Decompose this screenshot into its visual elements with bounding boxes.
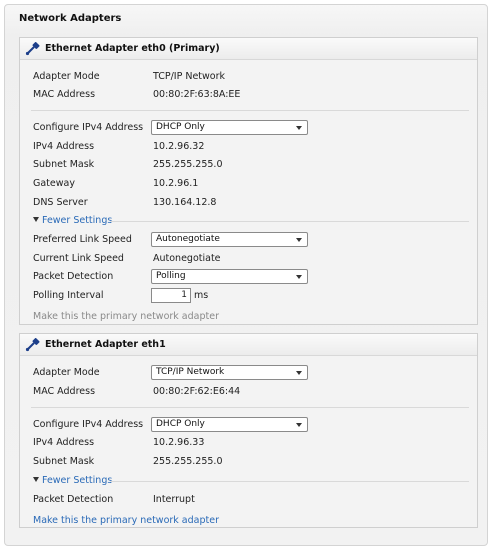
subnet-mask-label: Subnet Mask	[33, 456, 95, 467]
packet-detection-label: Packet Detection	[33, 494, 114, 505]
adapter-mode-label: Adapter Mode	[33, 367, 100, 378]
polling-interval-unit: ms	[194, 290, 209, 301]
current-link-speed-label: Current Link Speed	[33, 253, 124, 264]
configure-ipv4-label: Configure IPv4 Address	[33, 122, 144, 133]
subnet-mask-label: Subnet Mask	[33, 159, 95, 170]
packet-detection-label: Packet Detection	[33, 271, 114, 282]
eth1-title: Ethernet Adapter eth1	[45, 339, 166, 350]
adapter-mode-select[interactable]: TCP/IP Network	[151, 365, 308, 380]
adapter-mode-selected: TCP/IP Network	[156, 367, 225, 377]
gateway-label: Gateway	[33, 178, 75, 189]
ipv4-address-value: 10.2.96.33	[153, 437, 205, 448]
configure-ipv4-selected: DHCP Only	[156, 122, 205, 132]
adapter-mode-label: Adapter Mode	[33, 71, 100, 82]
packet-detection-value: Interrupt	[153, 494, 195, 505]
make-primary-link[interactable]: Make this the primary network adapter	[33, 515, 219, 526]
divider	[31, 110, 469, 111]
preferred-link-speed-select[interactable]: Autonegotiate	[151, 232, 308, 247]
network-adapter-icon	[25, 42, 40, 56]
eth0-title: Ethernet Adapter eth0 (Primary)	[45, 43, 220, 54]
page-title: Network Adapters	[19, 13, 122, 24]
ipv4-address-label: IPv4 Address	[33, 437, 95, 448]
dropdown-arrow-icon	[296, 126, 302, 130]
preferred-link-speed-label: Preferred Link Speed	[33, 234, 132, 245]
eth1-panel: Ethernet Adapter eth1 Adapter Mode TCP/I…	[19, 333, 478, 528]
mac-address-label: MAC Address	[33, 89, 96, 100]
preferred-link-speed-selected: Autonegotiate	[156, 234, 220, 244]
adapter-mode-value: TCP/IP Network	[153, 71, 226, 82]
eth1-header: Ethernet Adapter eth1	[20, 334, 477, 356]
mac-address-label: MAC Address	[33, 386, 96, 397]
dropdown-arrow-icon	[296, 238, 302, 242]
divider	[111, 481, 469, 482]
subnet-mask-value: 255.255.255.0	[153, 159, 223, 170]
packet-detection-selected: Polling	[156, 271, 186, 281]
ipv4-address-value: 10.2.96.32	[153, 141, 205, 152]
dropdown-arrow-icon	[296, 371, 302, 375]
mac-address-value: 00:80:2F:63:8A:EE	[153, 89, 241, 100]
eth0-header: Ethernet Adapter eth0 (Primary)	[20, 38, 477, 60]
dropdown-arrow-icon	[296, 275, 302, 279]
fewer-settings-toggle[interactable]: Fewer Settings	[33, 475, 112, 486]
dns-server-value: 130.164.12.8	[153, 197, 217, 208]
ipv4-address-label: IPv4 Address	[33, 141, 95, 152]
collapse-triangle-icon	[33, 217, 39, 222]
packet-detection-select[interactable]: Polling	[151, 269, 308, 284]
polling-interval-input[interactable]: 1	[151, 288, 191, 303]
dropdown-arrow-icon	[296, 423, 302, 427]
fewer-settings-label: Fewer Settings	[42, 215, 113, 226]
configure-ipv4-select[interactable]: DHCP Only	[151, 120, 308, 135]
gateway-value: 10.2.96.1	[153, 178, 199, 189]
network-adapters-panel: Network Adapters Ethernet Adapter eth0 (…	[4, 4, 488, 546]
dns-server-label: DNS Server	[33, 197, 88, 208]
configure-ipv4-label: Configure IPv4 Address	[33, 419, 144, 430]
fewer-settings-toggle[interactable]: Fewer Settings	[33, 215, 112, 226]
eth0-panel: Ethernet Adapter eth0 (Primary) Adapter …	[19, 37, 478, 325]
make-primary-link-disabled: Make this the primary network adapter	[33, 311, 219, 322]
current-link-speed-value: Autonegotiate	[153, 253, 221, 264]
network-adapter-icon	[25, 338, 40, 352]
divider	[31, 407, 469, 408]
subnet-mask-value: 255.255.255.0	[153, 456, 223, 467]
configure-ipv4-select[interactable]: DHCP Only	[151, 417, 308, 432]
polling-interval-label: Polling Interval	[33, 290, 104, 301]
fewer-settings-label: Fewer Settings	[42, 475, 113, 486]
collapse-triangle-icon	[33, 477, 39, 482]
divider	[111, 221, 469, 222]
mac-address-value: 00:80:2F:62:E6:44	[153, 386, 241, 397]
configure-ipv4-selected: DHCP Only	[156, 419, 205, 429]
